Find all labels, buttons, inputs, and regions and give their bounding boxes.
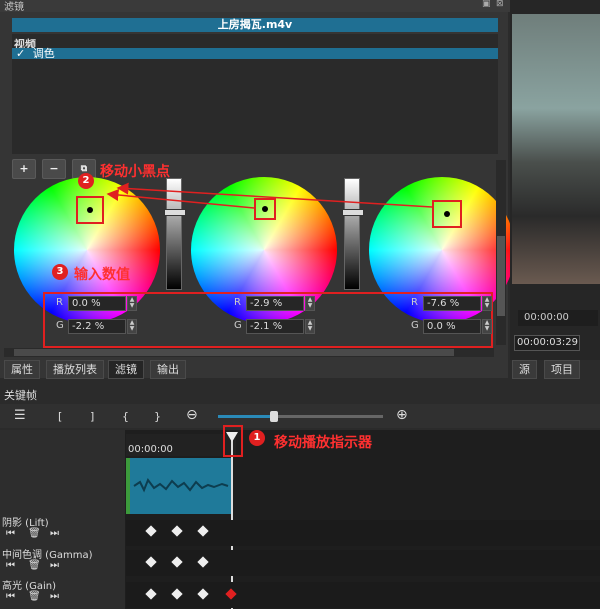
filter-scrollbar[interactable] <box>496 160 506 345</box>
next-keyframe-button[interactable]: } <box>154 410 161 423</box>
prev-keyframe-button[interactable]: { <box>122 410 129 423</box>
field-label: G <box>234 320 242 331</box>
waveform-graphic <box>133 477 229 493</box>
field-label: G <box>56 320 64 331</box>
field-label: G <box>411 320 419 331</box>
gamma-r-field[interactable]: R -2.9 % ▲ ▼ <box>234 296 316 311</box>
tab-filters[interactable]: 滤镜 <box>108 360 144 379</box>
spin-buttons[interactable]: ▲ ▼ <box>305 319 315 334</box>
gamma-prev-keyframe-icon[interactable]: ⏮ <box>6 560 15 571</box>
spin-buttons[interactable]: ▲ ▼ <box>305 296 315 311</box>
spin-buttons[interactable]: ▲ ▼ <box>482 319 492 334</box>
spin-buttons[interactable]: ▲ ▼ <box>482 296 492 311</box>
zoom-slider[interactable] <box>218 411 383 422</box>
gain-g-field[interactable]: G 0.0 % ▲ ▼ <box>411 319 493 334</box>
zoom-slider-fill <box>218 415 274 418</box>
tab-properties[interactable]: 属性 <box>4 360 40 379</box>
keyframes-title: 关键帧 <box>4 389 37 402</box>
scrollbar-thumb[interactable] <box>497 236 505 316</box>
field-label: R <box>56 297 63 308</box>
annotation-text-2: 移动小黑点 <box>100 164 170 180</box>
zoom-in-icon[interactable]: ⊕ <box>396 407 408 423</box>
arrow-gain <box>116 182 433 208</box>
filter-hscrollbar[interactable] <box>4 348 494 357</box>
annotation-badge-1: 1 <box>249 430 265 446</box>
gain-keyframe-track[interactable] <box>126 582 600 608</box>
keyframes-header: 关键帧 <box>0 385 600 402</box>
track-label-gamma: 中间色调 (Gamma) <box>2 550 93 561</box>
tab-source[interactable]: 源 <box>512 360 537 379</box>
spin-buttons[interactable]: ▲ ▼ <box>127 296 137 311</box>
annotation-text-1: 移动播放指示器 <box>274 435 372 451</box>
lift-r-input[interactable]: 0.0 % <box>68 296 126 311</box>
lift-keyframe-track[interactable] <box>126 520 600 546</box>
lift-prev-keyframe-icon[interactable]: ⏮ <box>6 528 15 539</box>
lift-next-keyframe-icon[interactable]: ⏭ <box>50 528 59 539</box>
tab-project[interactable]: 项目 <box>544 360 580 379</box>
annotation-badge-3: 3 <box>52 264 68 280</box>
track-label-gain: 高光 (Gain) <box>2 581 56 592</box>
gain-next-keyframe-icon[interactable]: ⏭ <box>50 591 59 602</box>
player-time-field[interactable]: 00:00:03:29 <box>514 335 580 351</box>
gamma-g-input[interactable]: -2.1 % <box>246 319 304 334</box>
tab-playlist[interactable]: 播放列表 <box>46 360 104 379</box>
arrow-gamma <box>106 189 255 209</box>
menu-icon[interactable]: ☰ <box>14 408 26 423</box>
playhead-highlight <box>223 425 243 457</box>
zoom-slider-thumb[interactable] <box>270 411 278 422</box>
tab-export[interactable]: 输出 <box>150 360 186 379</box>
track-label-lift: 阴影 (Lift) <box>2 518 49 529</box>
lift-g-field[interactable]: G -2.2 % ▲ ▼ <box>56 319 138 334</box>
video-preview[interactable] <box>512 14 600 284</box>
timeline-ruler[interactable]: 00:00:00 <box>126 434 236 456</box>
field-label: R <box>234 297 241 308</box>
annotation-text-3: 输入数值 <box>74 267 130 283</box>
gain-prev-keyframe-icon[interactable]: ⏮ <box>6 591 15 602</box>
gamma-next-keyframe-icon[interactable]: ⏭ <box>50 560 59 571</box>
spin-buttons[interactable]: ▲ ▼ <box>127 319 137 334</box>
clip-waveform[interactable] <box>126 458 232 514</box>
lift-g-input[interactable]: -2.2 % <box>68 319 126 334</box>
lift-delete-icon[interactable]: 🗑 <box>28 528 41 539</box>
set-out-button[interactable]: ] <box>90 410 94 423</box>
set-in-button[interactable]: [ <box>58 410 62 423</box>
gain-delete-icon[interactable]: 🗑 <box>28 591 41 602</box>
gamma-g-field[interactable]: G -2.1 % ▲ ▼ <box>234 319 316 334</box>
gamma-delete-icon[interactable]: 🗑 <box>28 560 41 571</box>
zoom-out-icon[interactable]: ⊖ <box>186 407 198 423</box>
hscrollbar-thumb[interactable] <box>14 349 454 356</box>
lift-r-field[interactable]: R 0.0 % ▲ ▼ <box>56 296 138 311</box>
gain-r-field[interactable]: R -7.6 % ▲ ▼ <box>411 296 493 311</box>
player-ruler[interactable]: 00:00:00 <box>518 310 598 326</box>
gamma-r-input[interactable]: -2.9 % <box>246 296 304 311</box>
gamma-keyframe-track[interactable] <box>126 550 600 576</box>
annotation-badge-2: 2 <box>78 173 94 189</box>
field-label: R <box>411 297 418 308</box>
gain-r-input[interactable]: -7.6 % <box>423 296 481 311</box>
ruler-time: 00:00:00 <box>128 444 173 455</box>
player-ruler-time: 00:00:00 <box>524 312 569 323</box>
gain-g-input[interactable]: 0.0 % <box>423 319 481 334</box>
